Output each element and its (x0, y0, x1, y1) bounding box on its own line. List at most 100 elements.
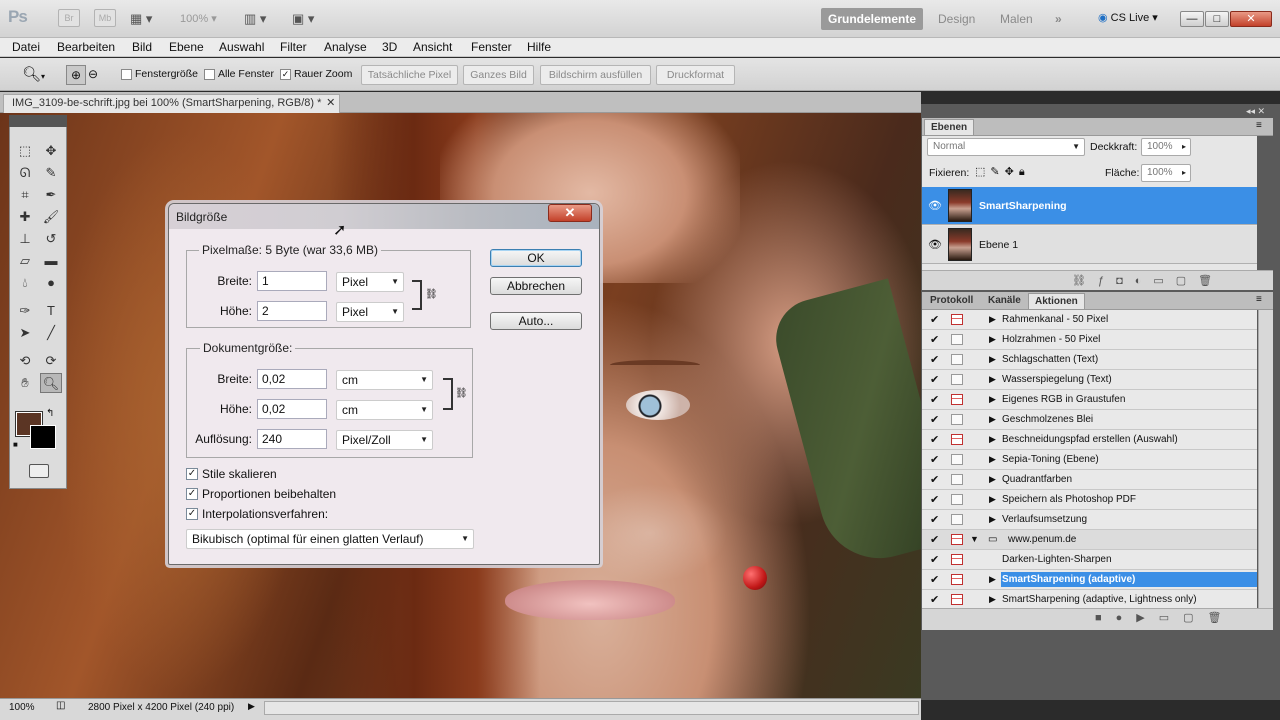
gradient-tool-icon[interactable]: ▬ (40, 251, 62, 271)
tab-kanaele[interactable]: Kanäle (982, 293, 1027, 309)
maximize-button[interactable]: □ (1205, 11, 1229, 27)
expand-triangle-icon[interactable]: ▶ (989, 414, 996, 425)
all-windows-checkbox[interactable]: Alle Fenster (204, 68, 274, 80)
expand-triangle-icon[interactable]: ▶ (989, 594, 996, 605)
action-row[interactable]: ✔ ▶ Sepia-Toning (Ebene) (922, 450, 1257, 470)
interpolation-select[interactable]: Bikubisch (optimal für einen glatten Ver… (186, 529, 474, 549)
lock-icons[interactable]: ⬚✎✥🔒︎ (975, 165, 1030, 179)
tab-protokoll[interactable]: Protokoll (924, 293, 979, 309)
doc-height-input[interactable]: 0,02 (257, 399, 327, 419)
collapse-panels-icon[interactable]: ◂◂ ✕ (1246, 106, 1265, 117)
resample-checkbox[interactable]: ✓ Interpolationsverfahren: (186, 507, 328, 521)
dialog-toggle-icon[interactable] (951, 594, 963, 605)
expand-triangle-icon[interactable]: ▶ (989, 474, 996, 485)
toggle-check-icon[interactable]: ✔ (930, 313, 939, 326)
healing-brush-tool-icon[interactable]: ✚ (14, 207, 36, 227)
visibility-eye-icon[interactable]: 👁︎ (928, 199, 942, 212)
toggle-check-icon[interactable]: ✔ (930, 573, 939, 586)
dialog-toggle-icon[interactable] (951, 394, 963, 405)
layers-footer-icons[interactable]: ⛓ƒ◘◐▭▢🗑︎ (922, 270, 1273, 290)
menu-hilfe[interactable]: Hilfe (527, 40, 551, 54)
toggle-check-icon[interactable]: ✔ (930, 433, 939, 446)
expand-triangle-icon[interactable]: ▶ (989, 434, 996, 445)
dialog-toggle-icon[interactable] (951, 474, 963, 485)
action-row[interactable]: ✔ ▶ Wasserspiegelung (Text) (922, 370, 1257, 390)
brush-tool-icon[interactable]: 🖌︎ (40, 207, 62, 227)
marquee-tool-icon[interactable]: ⬚ (14, 141, 36, 161)
pixel-height-input[interactable]: 2 (257, 301, 327, 321)
dialog-toggle-icon[interactable] (951, 314, 963, 325)
lasso-tool-icon[interactable]: ᘏ (14, 163, 36, 183)
menu-datei[interactable]: Datei (12, 40, 40, 54)
tab-aktionen[interactable]: Aktionen (1028, 293, 1085, 309)
pixel-width-input[interactable]: 1 (257, 271, 327, 291)
menu-3d[interactable]: 3D (382, 40, 397, 54)
toggle-check-icon[interactable]: ✔ (930, 353, 939, 366)
dialog-toggle-icon[interactable] (951, 334, 963, 345)
dialog-toggle-icon[interactable] (951, 554, 963, 565)
constrain-proportions-checkbox[interactable]: ✓ Proportionen beibehalten (186, 487, 336, 501)
collapse-triangle-icon[interactable]: ▼ (970, 534, 979, 544)
expand-triangle-icon[interactable]: ▶ (989, 454, 996, 465)
menu-fenster[interactable]: Fenster (471, 40, 512, 54)
action-row[interactable]: ✔ ▶ Geschmolzenes Blei (922, 410, 1257, 430)
expand-triangle-icon[interactable]: ▶ (989, 494, 996, 505)
status-menu-arrow-icon[interactable]: ▶ (248, 701, 255, 712)
dialog-toggle-icon[interactable] (951, 374, 963, 385)
blur-tool-icon[interactable]: 💧︎ (14, 273, 36, 293)
expand-triangle-icon[interactable]: ▶ (989, 334, 996, 345)
dialog-toggle-icon[interactable] (951, 354, 963, 365)
background-color-swatch[interactable] (30, 425, 56, 449)
panel-menu-icon[interactable]: ≡ (1256, 120, 1262, 131)
expand-triangle-icon[interactable]: ▶ (989, 354, 996, 365)
cs-live-menu[interactable]: ◉ CS Live ▾ (1098, 11, 1158, 24)
resolution-input[interactable]: 240 (257, 429, 327, 449)
status-info-icon[interactable]: ◫ (56, 700, 65, 711)
action-row[interactable]: ✔ ▶ SmartSharpening (adaptive, Lightness o… (922, 590, 1257, 610)
menu-auswahl[interactable]: Auswahl (219, 40, 264, 54)
toggle-check-icon[interactable]: ✔ (930, 493, 939, 506)
toggle-check-icon[interactable]: ✔ (930, 373, 939, 386)
view-extras-icon[interactable]: ▦ ▾ (130, 11, 152, 27)
workspace-grundelemente[interactable]: Grundelemente (821, 8, 924, 30)
dodge-tool-icon[interactable]: ● (40, 273, 62, 293)
action-row[interactable]: ✔ ▶ Schlagschatten (Text) (922, 350, 1257, 370)
dialog-titlebar[interactable] (169, 204, 599, 229)
action-row-selected[interactable]: ✔ ▶ SmartSharpening (adaptive) (922, 570, 1257, 590)
toggle-check-icon[interactable]: ✔ (930, 393, 939, 406)
visibility-eye-icon[interactable]: 👁︎ (928, 238, 942, 251)
pixel-width-unit-select[interactable]: Pixel ▼ (336, 272, 404, 292)
dialog-close-button[interactable]: ✕ (548, 204, 592, 222)
toggle-check-icon[interactable]: ✔ (930, 513, 939, 526)
actions-scrollbar[interactable] (1258, 310, 1273, 608)
dialog-toggle-icon[interactable] (951, 534, 963, 545)
tab-ebenen[interactable]: Ebenen (924, 119, 975, 135)
pixel-height-unit-select[interactable]: Pixel ▼ (336, 302, 404, 322)
doc-height-unit-select[interactable]: cm ▼ (336, 400, 433, 420)
menu-ebene[interactable]: Ebene (169, 40, 204, 54)
fill-input[interactable]: 100% ▸ (1141, 164, 1191, 182)
toggle-check-icon[interactable]: ✔ (930, 553, 939, 566)
horizontal-scrollbar[interactable] (264, 701, 919, 715)
zoom-tool-icon[interactable]: 🔍︎ (40, 373, 62, 393)
history-brush-tool-icon[interactable]: ↺ (40, 229, 62, 249)
blend-mode-select[interactable]: Normal ▼ (927, 138, 1085, 156)
action-row[interactable]: ✔ Darken-Lighten-Sharpen (922, 550, 1257, 570)
dialog-toggle-icon[interactable] (951, 574, 963, 585)
scale-styles-checkbox[interactable]: ✓ Stile skalieren (186, 467, 277, 481)
action-row[interactable]: ✔ ▶ Speichern als Photoshop PDF (922, 490, 1257, 510)
doc-width-unit-select[interactable]: cm ▼ (336, 370, 433, 390)
layer-row[interactable]: 👁︎ Ebene 1 (922, 226, 1257, 264)
type-tool-icon[interactable]: T (40, 301, 62, 321)
expand-triangle-icon[interactable]: ▶ (989, 394, 996, 405)
workspace-malen[interactable]: Malen (993, 8, 1040, 30)
close-tab-icon[interactable]: ✕ (326, 95, 335, 112)
opacity-input[interactable]: 100% ▸ (1141, 138, 1191, 156)
3d-orbit-tool-icon[interactable]: ⟳ (40, 351, 62, 371)
status-zoom[interactable]: 100% (9, 702, 35, 713)
menu-bearbeiten[interactable]: Bearbeiten (57, 40, 115, 54)
print-size-button[interactable]: Druckformat (656, 65, 735, 85)
arrange-documents-icon[interactable]: ▥ ▾ (244, 11, 266, 27)
ok-button[interactable]: OK (490, 249, 582, 267)
quick-mask-icon[interactable] (29, 464, 49, 478)
